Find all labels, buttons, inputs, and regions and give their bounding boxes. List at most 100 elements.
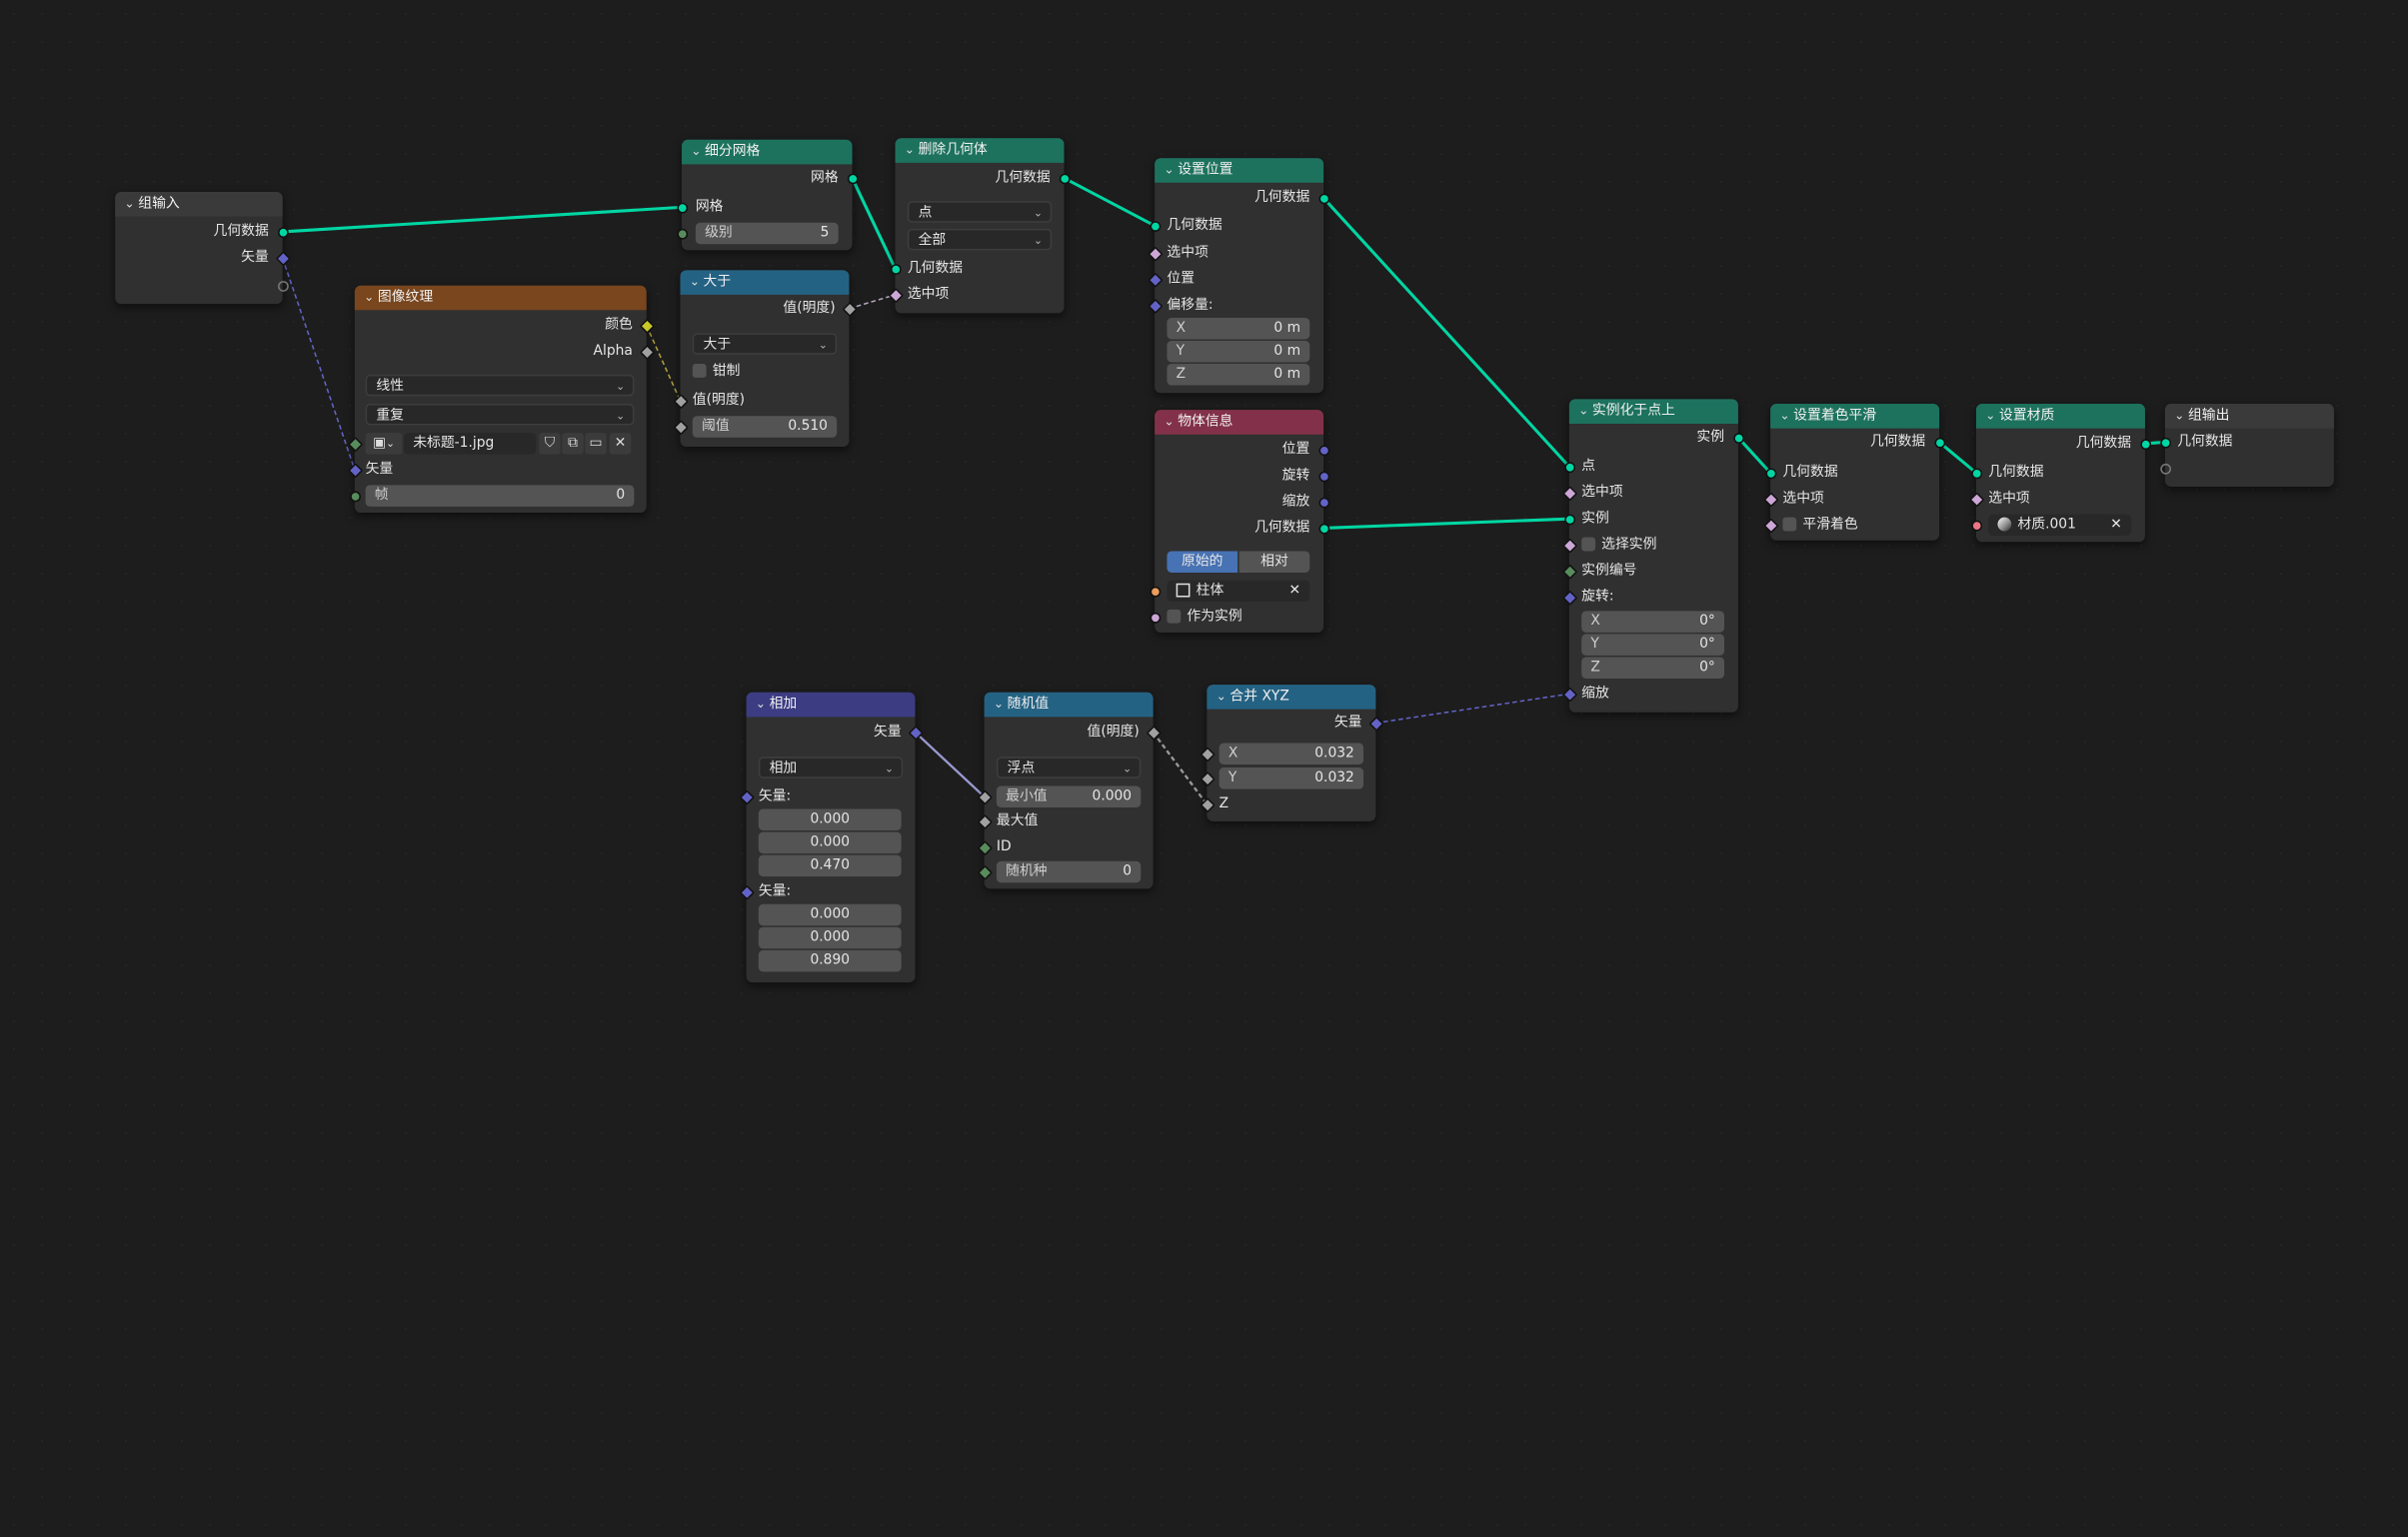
- node-header[interactable]: ⌄ 组输出: [2164, 403, 2334, 429]
- checkbox-box[interactable]: [1581, 537, 1596, 552]
- frame-socket[interactable]: [349, 490, 361, 502]
- combine-xyz-node[interactable]: ⌄ 合并 XYZ 矢量 X 0.032 Y 0.032 Z: [1199, 685, 1383, 821]
- node-header[interactable]: ⌄ 删除几何体: [895, 138, 1065, 163]
- object-field[interactable]: 柱体 ✕: [1167, 580, 1310, 603]
- empty-socket[interactable]: [277, 280, 289, 292]
- geometry-output-socket[interactable]: [1317, 192, 1329, 204]
- data-type-dropdown[interactable]: 浮点 ⌄: [996, 757, 1142, 778]
- chevron-down-icon[interactable]: ⌄: [691, 140, 705, 165]
- min-field[interactable]: 最小值 0.000: [996, 785, 1142, 807]
- offset-z-field[interactable]: Z 0 m: [1167, 364, 1310, 386]
- material-socket[interactable]: [1970, 519, 1982, 531]
- material-field[interactable]: 材质.001 ✕: [1988, 514, 2132, 537]
- vector-a-y-field[interactable]: 0.000: [758, 831, 902, 854]
- chevron-down-icon[interactable]: ⌄: [905, 138, 919, 163]
- instances-output-socket[interactable]: [1732, 432, 1744, 444]
- location-socket[interactable]: [1317, 444, 1329, 456]
- checkbox-box[interactable]: [692, 364, 707, 378]
- group-input-node[interactable]: ⌄ 组输入 几何数据 矢量: [115, 192, 291, 305]
- operation-dropdown[interactable]: 相加 ⌄: [758, 757, 904, 778]
- clamp-checkbox[interactable]: 钳制: [692, 361, 740, 383]
- instance-socket[interactable]: [1563, 513, 1575, 525]
- vector-a-x-field[interactable]: 0.000: [758, 808, 902, 831]
- node-header[interactable]: ⌄ 相加: [746, 692, 916, 718]
- duplicate-button[interactable]: ⧉: [562, 433, 584, 455]
- relative-toggle[interactable]: 相对: [1238, 551, 1310, 573]
- threshold-field[interactable]: 阈值 0.510: [692, 416, 838, 438]
- empty-socket[interactable]: [2159, 463, 2171, 474]
- chevron-down-icon[interactable]: ⌄: [1578, 399, 1592, 424]
- shade-smooth-checkbox[interactable]: 平滑着色: [1782, 515, 1858, 537]
- points-socket[interactable]: [1563, 461, 1575, 473]
- rotation-z-field[interactable]: Z 0°: [1581, 657, 1725, 679]
- chevron-down-icon[interactable]: ⌄: [1985, 404, 1999, 429]
- greater-than-node[interactable]: ⌄ 大于 值(明度) 大于 ⌄ 钳制 值(明度) 阈值 0.510: [672, 270, 858, 448]
- close-icon[interactable]: ✕: [2110, 515, 2122, 537]
- delete-geometry-node[interactable]: ⌄ 删除几何体 几何数据 点 ⌄ 全部 ⌄ 几何数据 选中项: [887, 138, 1070, 314]
- offset-y-field[interactable]: Y 0 m: [1167, 341, 1310, 363]
- image-name-field[interactable]: 未标题-1.jpg: [403, 433, 537, 455]
- level-socket[interactable]: [676, 228, 688, 239]
- open-button[interactable]: ▭: [585, 433, 607, 455]
- pick-instance-checkbox[interactable]: 选择实例: [1581, 535, 1656, 557]
- node-header[interactable]: ⌄ 设置位置: [1155, 158, 1324, 183]
- set-shade-smooth-node[interactable]: ⌄ 设置着色平滑 几何数据 几何数据 选中项 平滑着色: [1762, 403, 1945, 541]
- domain-dropdown[interactable]: 点 ⌄: [907, 201, 1053, 223]
- level-field[interactable]: 级别 5: [695, 222, 839, 245]
- group-output-node[interactable]: ⌄ 组输出 几何数据: [2159, 403, 2334, 487]
- object-socket[interactable]: [1149, 586, 1161, 597]
- checkbox-box[interactable]: [1167, 609, 1182, 624]
- node-header[interactable]: ⌄ 大于: [680, 270, 850, 295]
- as-instance-socket[interactable]: [1149, 612, 1161, 623]
- mesh-input-socket[interactable]: [676, 201, 688, 213]
- extension-dropdown[interactable]: 重复 ⌄: [365, 403, 635, 426]
- geometry-input-socket[interactable]: [1970, 467, 1982, 479]
- geometry-output-socket[interactable]: [2139, 438, 2151, 450]
- vector-b-y-field[interactable]: 0.000: [758, 926, 902, 949]
- offset-x-field[interactable]: X 0 m: [1167, 317, 1310, 340]
- operation-dropdown[interactable]: 大于 ⌄: [692, 333, 838, 355]
- node-header[interactable]: ⌄ 随机值: [984, 692, 1154, 718]
- instance-on-points-node[interactable]: ⌄ 实例化于点上 实例 点 选中项 实例 选择实例 实例编号 旋转: X 0° Y 0…: [1561, 399, 1744, 713]
- mesh-output-socket[interactable]: [847, 172, 858, 184]
- chevron-down-icon[interactable]: ⌄: [1216, 685, 1230, 710]
- rotation-x-field[interactable]: X 0°: [1581, 611, 1725, 633]
- interpolation-dropdown[interactable]: 线性 ⌄: [365, 374, 635, 397]
- mode-dropdown[interactable]: 全部 ⌄: [907, 228, 1053, 251]
- checkbox-box[interactable]: [1782, 517, 1797, 532]
- close-icon[interactable]: ✕: [1288, 581, 1300, 603]
- chevron-down-icon[interactable]: ⌄: [994, 693, 1008, 718]
- node-header[interactable]: ⌄ 设置着色平滑: [1770, 403, 1940, 429]
- seed-field[interactable]: 随机种 0: [996, 860, 1142, 883]
- geometry-input-socket[interactable]: [2159, 437, 2171, 448]
- geometry-output-socket[interactable]: [1059, 172, 1070, 184]
- chevron-down-icon[interactable]: ⌄: [364, 286, 378, 311]
- scale-socket[interactable]: [1317, 496, 1329, 508]
- chevron-down-icon[interactable]: ⌄: [1164, 410, 1178, 435]
- set-material-node[interactable]: ⌄ 设置材质 几何数据 几何数据 选中项 材质.001 ✕: [1968, 403, 2151, 543]
- x-field[interactable]: X 0.032: [1218, 743, 1364, 765]
- chevron-down-icon[interactable]: ⌄: [1779, 404, 1793, 429]
- geometry-input-socket[interactable]: [890, 263, 901, 275]
- chevron-down-icon[interactable]: ⌄: [756, 693, 770, 718]
- subdivide-mesh-node[interactable]: ⌄ 细分网格 网格 网格 级别 5: [676, 139, 858, 251]
- vector-b-x-field[interactable]: 0.000: [758, 903, 902, 926]
- node-header[interactable]: ⌄ 物体信息: [1155, 410, 1324, 435]
- rotation-y-field[interactable]: Y 0°: [1581, 634, 1725, 656]
- random-value-node[interactable]: ⌄ 随机值 值(明度) 浮点 ⌄ 最小值 0.000 最大值 ID 随机种 0: [977, 692, 1162, 889]
- geometry-input-socket[interactable]: [1764, 467, 1776, 479]
- image-browse-button[interactable]: ▣⌄: [365, 433, 403, 455]
- as-instance-checkbox[interactable]: 作为实例: [1167, 607, 1242, 629]
- object-info-node[interactable]: ⌄ 物体信息 位置 旋转 缩放 几何数据 原始的 相对 柱体 ✕ 作为实例: [1149, 410, 1329, 633]
- geometry-input-socket[interactable]: [1149, 220, 1161, 232]
- vector-a-z-field[interactable]: 0.470: [758, 854, 902, 877]
- frame-field[interactable]: 帧0: [365, 485, 635, 507]
- node-editor-canvas[interactable]: ⌄ 组输入 几何数据 矢量 ⌄ 图像纹理 颜色 Alpha 线性 ⌄ 重复 ⌄ ▣⌄ 未…: [0, 0, 2408, 1537]
- rotation-socket[interactable]: [1317, 470, 1329, 482]
- fake-user-button[interactable]: ⛉: [539, 433, 561, 455]
- chevron-down-icon[interactable]: ⌄: [1164, 158, 1178, 183]
- node-header[interactable]: ⌄ 实例化于点上: [1568, 399, 1738, 424]
- node-header[interactable]: ⌄ 细分网格: [682, 139, 853, 165]
- chevron-down-icon[interactable]: ⌄: [690, 270, 704, 295]
- node-header[interactable]: ⌄ 合并 XYZ: [1206, 685, 1376, 710]
